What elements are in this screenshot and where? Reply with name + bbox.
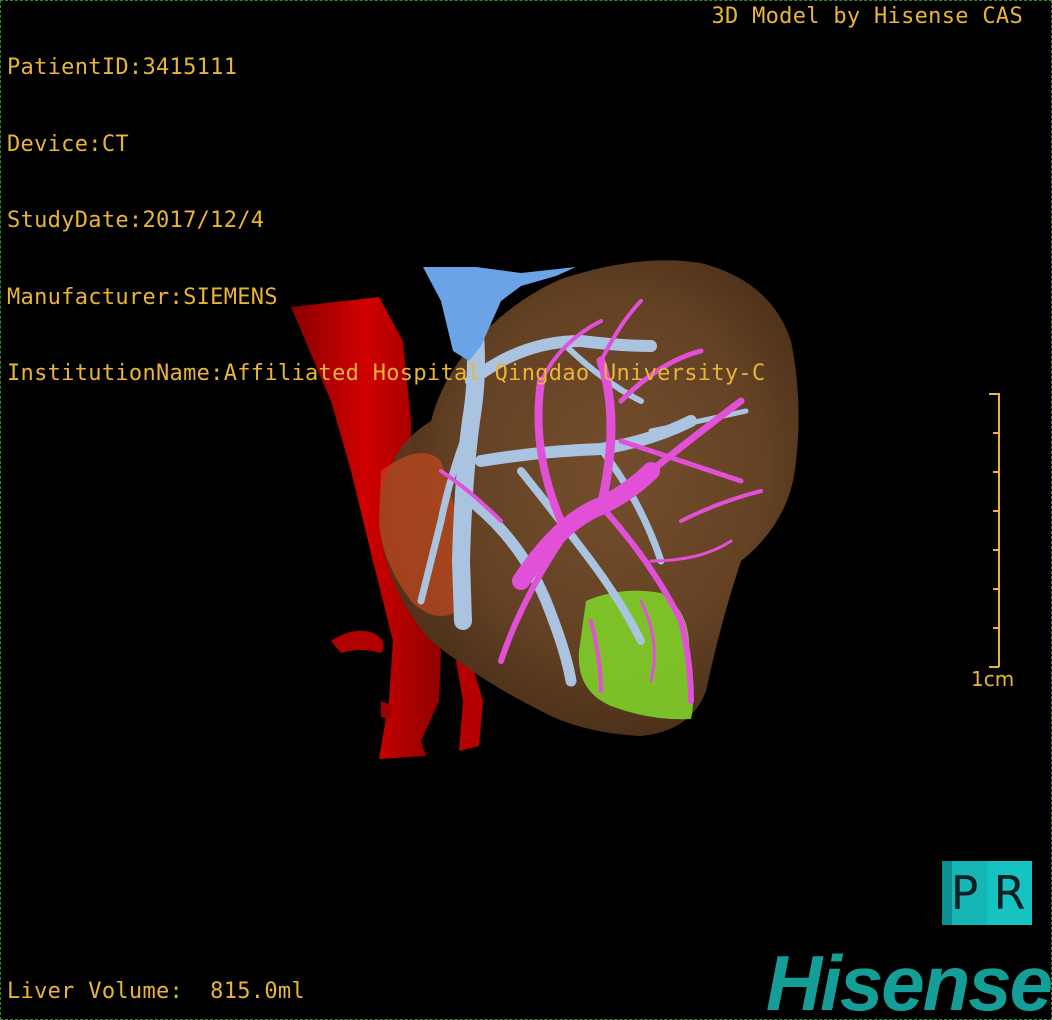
3d-viewport[interactable]: PatientID:3415111 Device:CT StudyDate:20… <box>0 0 1052 1020</box>
patient-id: PatientID:3415111 <box>7 55 238 80</box>
pr-logo-letter-p: P <box>942 861 987 925</box>
patient-info: PatientID:3415111 Device:CT StudyDate:20… <box>7 4 766 438</box>
pr-logo-icon: P R <box>942 861 1032 925</box>
institution-name: InstitutionName:Affiliated Hospital Qing… <box>7 361 766 386</box>
study-date: StudyDate:2017/12/4 <box>7 208 265 233</box>
manufacturer: Manufacturer:SIEMENS <box>7 284 278 310</box>
model-credit: 3D Model by Hisense CAS <box>711 4 1023 29</box>
liver-volume: Liver Volume: 815.0ml <box>7 979 305 1004</box>
scale-bar <box>989 393 1000 668</box>
device: Device:CT <box>7 131 129 157</box>
hisense-logo: Hisense <box>765 939 1051 1020</box>
scale-label: 1cm <box>971 667 1015 691</box>
pr-logo-letter-r: R <box>987 861 1032 925</box>
